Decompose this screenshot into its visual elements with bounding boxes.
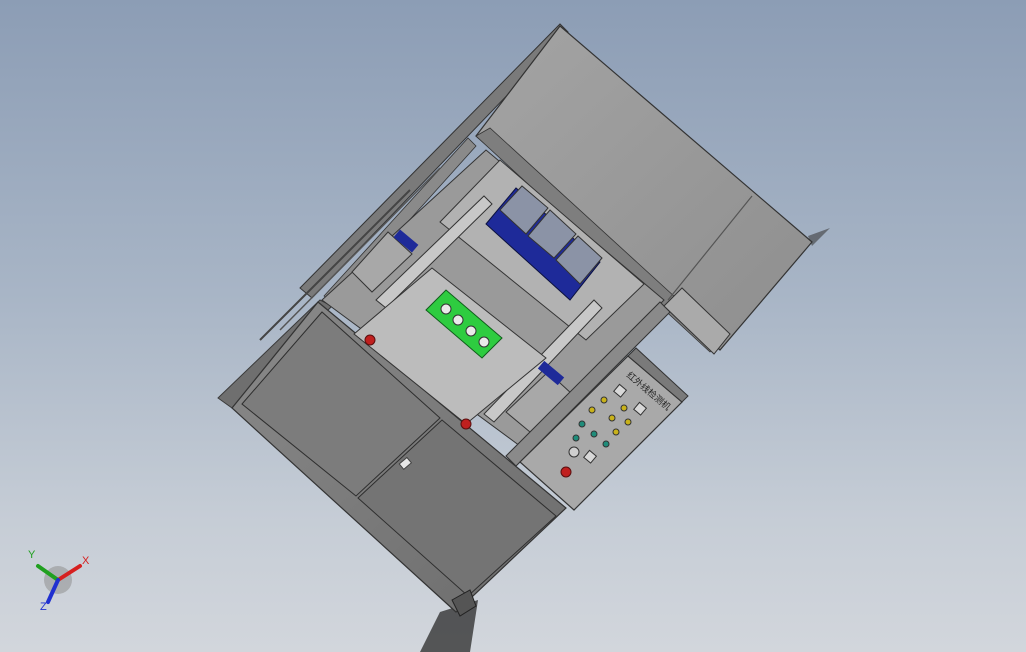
x-axis-label: X <box>82 555 90 567</box>
z-axis-label: Z <box>40 601 47 612</box>
coordinate-triad: X Y Z <box>28 549 90 612</box>
model-viewport[interactable]: 红外线检测机 <box>0 0 1026 652</box>
emergency-stop-button[interactable] <box>560 466 572 478</box>
right-start-button[interactable] <box>460 418 472 430</box>
panel-selector[interactable] <box>568 446 580 458</box>
y-axis-label: Y <box>28 549 36 561</box>
machine-model[interactable]: 红外线检测机 <box>217 23 813 617</box>
left-start-button[interactable] <box>364 334 376 346</box>
